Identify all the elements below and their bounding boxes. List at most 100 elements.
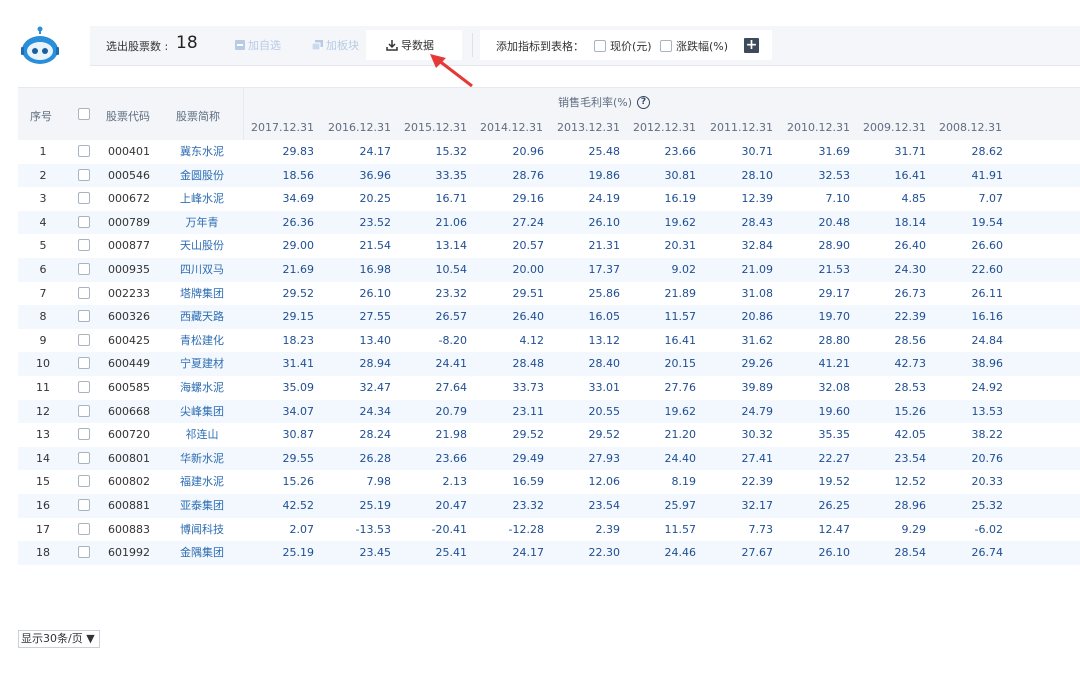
checkbox[interactable] [660, 40, 672, 52]
row-index: 2 [39, 168, 47, 182]
header-name[interactable]: 股票简称 [176, 108, 220, 124]
table-row[interactable]: 4 000789 万年青 26.36 23.52 21.06 27.24 26.10 19.62… [18, 210, 1080, 235]
add-indicator-plus-button[interactable]: + [744, 38, 759, 53]
row-checkbox[interactable] [78, 333, 90, 347]
header-year[interactable]: 2013.12.31 [557, 121, 634, 134]
stock-name-link[interactable]: 海螺水泥 [174, 381, 230, 395]
indicator-option-change[interactable]: 涨跌幅(%) [660, 38, 728, 54]
checkbox[interactable] [594, 40, 606, 52]
stock-name-link[interactable]: 金圆股份 [174, 169, 230, 183]
table-row[interactable]: 13 600720 祁连山 30.87 28.24 21.98 29.52 29.52 21.2… [18, 423, 1080, 447]
gross-margin-value: 4.12 [519, 333, 545, 347]
stock-name-link[interactable]: 西藏天路 [174, 310, 230, 324]
group-title-label: 销售毛利率(%) [558, 96, 633, 109]
table-row[interactable]: 7 002233 塔牌集团 29.52 26.10 23.32 29.51 25.86 21.8… [18, 282, 1080, 306]
stock-name-link[interactable]: 万年青 [174, 216, 230, 230]
table-row[interactable]: 18 601992 金隅集团 25.19 23.45 25.41 24.17 22.30 24.… [18, 541, 1080, 565]
gross-margin-value: 29.51 [512, 286, 545, 300]
gross-margin-value: 20.33 [971, 475, 1004, 489]
header-year[interactable]: 2015.12.31 [404, 121, 481, 134]
gross-margin-value: 25.86 [588, 286, 621, 300]
stock-name-link[interactable]: 青松建化 [174, 334, 230, 348]
table-row[interactable]: 10 600449 宁夏建材 31.41 28.94 24.41 28.48 28.40 20.… [18, 352, 1080, 376]
row-index: 4 [39, 215, 47, 229]
gross-margin-value: 26.73 [894, 286, 927, 300]
table-row[interactable]: 3 000672 上峰水泥 34.69 20.25 16.71 29.16 24.19 16.1… [18, 187, 1080, 211]
row-checkbox[interactable] [78, 380, 90, 394]
indicator-option-price[interactable]: 现价(元) [594, 38, 652, 54]
table-row[interactable]: 17 600883 博闻科技 2.07 -13.53 -20.41 -12.28 2.39 11… [18, 518, 1080, 542]
stock-name-link[interactable]: 华新水泥 [174, 452, 230, 466]
stock-name-link[interactable]: 宁夏建材 [174, 357, 230, 371]
stock-name-link[interactable]: 天山股份 [174, 239, 230, 253]
row-checkbox[interactable] [78, 522, 90, 536]
header-year[interactable]: 2014.12.31 [480, 121, 557, 134]
table-row[interactable]: 14 600801 华新水泥 29.55 26.28 23.66 29.49 27.93 24.… [18, 446, 1080, 471]
row-checkbox[interactable] [78, 215, 90, 229]
gross-margin-value: 27.67 [741, 546, 774, 560]
header-code[interactable]: 股票代码 [106, 108, 150, 124]
table-row[interactable]: 11 600585 海螺水泥 35.09 32.47 27.64 33.73 33.01 27.… [18, 376, 1080, 400]
add-sector-button[interactable]: 加板块 [312, 37, 359, 53]
row-checkbox[interactable] [78, 309, 90, 323]
table-row[interactable]: 6 000935 四川双马 21.69 16.98 10.54 20.00 17.37 9.02… [18, 257, 1080, 282]
row-checkbox[interactable] [78, 286, 90, 300]
page-size-select[interactable]: 显示30条/页 ▼ [18, 630, 100, 648]
row-checkbox[interactable] [78, 545, 90, 559]
add-watchlist-button[interactable]: 加自选 [235, 37, 281, 53]
gross-margin-value: 16.41 [664, 333, 697, 347]
table-row[interactable]: 9 600425 青松建化 18.23 13.40 -8.20 4.12 13.12 16.41… [18, 329, 1080, 353]
stock-name-link[interactable]: 亚泰集团 [174, 499, 230, 513]
header-year[interactable]: 2008.12.31 [939, 121, 1016, 134]
table-row[interactable]: 15 600802 福建水泥 15.26 7.98 2.13 16.59 12.06 8.19 2… [18, 470, 1080, 494]
table-row[interactable]: 16 600881 亚泰集团 42.52 25.19 20.47 23.32 23.54 25.… [18, 493, 1080, 518]
table-row[interactable]: 12 600668 尖峰集团 34.07 24.34 20.79 23.11 20.55 19.… [18, 399, 1080, 424]
gross-margin-value: 23.32 [435, 286, 468, 300]
header-year[interactable]: 2009.12.31 [863, 121, 940, 134]
table-row[interactable]: 1 000401 冀东水泥 29.83 24.17 15.32 20.96 25.48 23.6… [18, 140, 1080, 164]
gross-margin-value: 28.53 [894, 380, 927, 394]
row-checkbox[interactable] [78, 498, 90, 512]
gross-margin-value: 16.19 [664, 192, 697, 206]
stock-name-link[interactable]: 上峰水泥 [174, 192, 230, 206]
gross-margin-value: 26.74 [971, 546, 1004, 560]
stock-name-link[interactable]: 祁连山 [174, 428, 230, 442]
stock-name-link[interactable]: 塔牌集团 [174, 287, 230, 301]
row-checkbox[interactable] [78, 451, 90, 465]
header-year[interactable]: 2011.12.31 [710, 121, 787, 134]
header-year[interactable]: 2010.12.31 [787, 121, 864, 134]
selected-count-label: 选出股票数 : [106, 40, 169, 53]
row-checkbox[interactable] [78, 474, 90, 488]
stock-code: 002233 [108, 286, 150, 300]
header-year[interactable]: 2017.12.31 [251, 121, 328, 134]
help-icon[interactable]: ? [637, 95, 651, 109]
header-select-all-checkbox[interactable] [78, 107, 90, 120]
row-checkbox[interactable] [78, 168, 90, 182]
gross-margin-value: 24.17 [359, 145, 392, 158]
gross-margin-value: 30.87 [282, 428, 315, 442]
row-checkbox[interactable] [78, 262, 90, 276]
header-year[interactable]: 2016.12.31 [328, 121, 405, 134]
stock-name-link[interactable]: 博闻科技 [174, 523, 230, 537]
row-checkbox[interactable] [78, 144, 90, 158]
row-checkbox[interactable] [78, 191, 90, 205]
export-data-button[interactable]: 导数据 [386, 37, 434, 53]
table-row[interactable]: 8 600326 西藏天路 29.15 27.55 26.57 26.40 16.05 11.5… [18, 305, 1080, 329]
row-checkbox[interactable] [78, 404, 90, 418]
row-checkbox[interactable] [78, 238, 90, 252]
stock-name-link[interactable]: 金隅集团 [174, 546, 230, 560]
gross-margin-value: 21.98 [435, 428, 468, 442]
row-checkbox[interactable] [78, 356, 90, 370]
gross-margin-value: 24.30 [894, 262, 927, 276]
stock-name-link[interactable]: 尖峰集团 [174, 405, 230, 419]
table-row[interactable]: 5 000877 天山股份 29.00 21.54 13.14 20.57 21.31 20.3… [18, 234, 1080, 258]
stock-name-link[interactable]: 冀东水泥 [174, 145, 230, 159]
indicator-option-label: 涨跌幅(%) [676, 40, 729, 53]
gross-margin-value: 11.57 [664, 522, 697, 536]
table-row[interactable]: 2 000546 金圆股份 18.56 36.96 33.35 28.76 19.86 30.8… [18, 163, 1080, 188]
header-year[interactable]: 2012.12.31 [633, 121, 710, 134]
row-checkbox[interactable] [78, 427, 90, 441]
stock-name-link[interactable]: 四川双马 [174, 263, 230, 277]
gross-margin-value: 29.83 [282, 145, 315, 158]
stock-name-link[interactable]: 福建水泥 [174, 475, 230, 489]
